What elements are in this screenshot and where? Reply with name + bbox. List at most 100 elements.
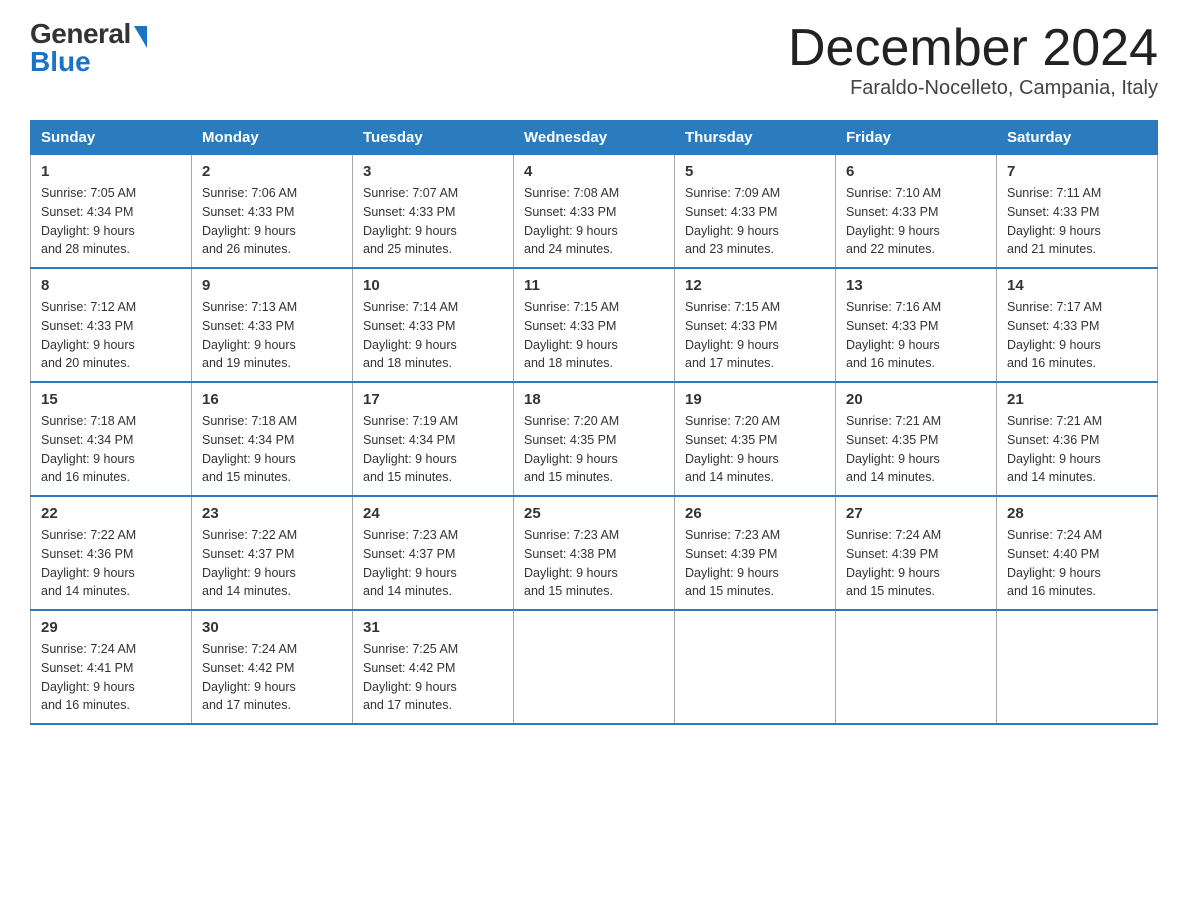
calendar-cell: 19 Sunrise: 7:20 AM Sunset: 4:35 PM Dayl… [675, 382, 836, 496]
day-info: Sunrise: 7:09 AM Sunset: 4:33 PM Dayligh… [685, 184, 825, 259]
day-info: Sunrise: 7:06 AM Sunset: 4:33 PM Dayligh… [202, 184, 342, 259]
day-info: Sunrise: 7:07 AM Sunset: 4:33 PM Dayligh… [363, 184, 503, 259]
day-number: 3 [363, 163, 503, 180]
calendar-cell: 15 Sunrise: 7:18 AM Sunset: 4:34 PM Dayl… [31, 382, 192, 496]
day-number: 15 [41, 391, 181, 408]
day-number: 23 [202, 505, 342, 522]
calendar-cell: 28 Sunrise: 7:24 AM Sunset: 4:40 PM Dayl… [997, 496, 1158, 610]
calendar-cell [514, 610, 675, 724]
calendar-table: SundayMondayTuesdayWednesdayThursdayFrid… [30, 120, 1158, 725]
calendar-cell: 3 Sunrise: 7:07 AM Sunset: 4:33 PM Dayli… [353, 155, 514, 269]
day-number: 22 [41, 505, 181, 522]
day-info: Sunrise: 7:21 AM Sunset: 4:35 PM Dayligh… [846, 412, 986, 487]
logo-blue-text: Blue [30, 48, 147, 76]
day-number: 14 [1007, 277, 1147, 294]
day-info: Sunrise: 7:22 AM Sunset: 4:37 PM Dayligh… [202, 526, 342, 601]
day-info: Sunrise: 7:24 AM Sunset: 4:41 PM Dayligh… [41, 640, 181, 715]
calendar-cell [997, 610, 1158, 724]
calendar-cell: 12 Sunrise: 7:15 AM Sunset: 4:33 PM Dayl… [675, 268, 836, 382]
calendar-cell [836, 610, 997, 724]
day-number: 1 [41, 163, 181, 180]
day-number: 21 [1007, 391, 1147, 408]
calendar-cell: 10 Sunrise: 7:14 AM Sunset: 4:33 PM Dayl… [353, 268, 514, 382]
calendar-week-3: 15 Sunrise: 7:18 AM Sunset: 4:34 PM Dayl… [31, 382, 1158, 496]
day-info: Sunrise: 7:19 AM Sunset: 4:34 PM Dayligh… [363, 412, 503, 487]
calendar-cell: 11 Sunrise: 7:15 AM Sunset: 4:33 PM Dayl… [514, 268, 675, 382]
day-info: Sunrise: 7:18 AM Sunset: 4:34 PM Dayligh… [202, 412, 342, 487]
calendar-week-2: 8 Sunrise: 7:12 AM Sunset: 4:33 PM Dayli… [31, 268, 1158, 382]
day-number: 8 [41, 277, 181, 294]
header-day-tuesday: Tuesday [353, 121, 514, 155]
calendar-cell: 17 Sunrise: 7:19 AM Sunset: 4:34 PM Dayl… [353, 382, 514, 496]
logo: General Blue [30, 20, 147, 76]
calendar-cell: 14 Sunrise: 7:17 AM Sunset: 4:33 PM Dayl… [997, 268, 1158, 382]
day-number: 4 [524, 163, 664, 180]
day-number: 28 [1007, 505, 1147, 522]
calendar-week-5: 29 Sunrise: 7:24 AM Sunset: 4:41 PM Dayl… [31, 610, 1158, 724]
day-info: Sunrise: 7:16 AM Sunset: 4:33 PM Dayligh… [846, 298, 986, 373]
day-number: 24 [363, 505, 503, 522]
day-number: 30 [202, 619, 342, 636]
calendar-cell: 7 Sunrise: 7:11 AM Sunset: 4:33 PM Dayli… [997, 155, 1158, 269]
calendar-cell: 18 Sunrise: 7:20 AM Sunset: 4:35 PM Dayl… [514, 382, 675, 496]
day-number: 18 [524, 391, 664, 408]
day-number: 27 [846, 505, 986, 522]
calendar-cell: 22 Sunrise: 7:22 AM Sunset: 4:36 PM Dayl… [31, 496, 192, 610]
calendar-cell: 30 Sunrise: 7:24 AM Sunset: 4:42 PM Dayl… [192, 610, 353, 724]
calendar-cell: 29 Sunrise: 7:24 AM Sunset: 4:41 PM Dayl… [31, 610, 192, 724]
calendar-cell: 2 Sunrise: 7:06 AM Sunset: 4:33 PM Dayli… [192, 155, 353, 269]
header-day-thursday: Thursday [675, 121, 836, 155]
day-number: 20 [846, 391, 986, 408]
calendar-cell: 26 Sunrise: 7:23 AM Sunset: 4:39 PM Dayl… [675, 496, 836, 610]
day-number: 19 [685, 391, 825, 408]
location-title: Faraldo-Nocelleto, Campania, Italy [788, 77, 1158, 100]
day-number: 7 [1007, 163, 1147, 180]
logo-general-text: General [30, 20, 131, 48]
day-info: Sunrise: 7:24 AM Sunset: 4:42 PM Dayligh… [202, 640, 342, 715]
header-day-monday: Monday [192, 121, 353, 155]
day-number: 17 [363, 391, 503, 408]
day-info: Sunrise: 7:18 AM Sunset: 4:34 PM Dayligh… [41, 412, 181, 487]
day-info: Sunrise: 7:24 AM Sunset: 4:39 PM Dayligh… [846, 526, 986, 601]
day-info: Sunrise: 7:05 AM Sunset: 4:34 PM Dayligh… [41, 184, 181, 259]
header-day-friday: Friday [836, 121, 997, 155]
day-info: Sunrise: 7:22 AM Sunset: 4:36 PM Dayligh… [41, 526, 181, 601]
day-number: 26 [685, 505, 825, 522]
calendar-cell: 25 Sunrise: 7:23 AM Sunset: 4:38 PM Dayl… [514, 496, 675, 610]
month-title: December 2024 [788, 20, 1158, 77]
calendar-cell [675, 610, 836, 724]
day-number: 29 [41, 619, 181, 636]
day-info: Sunrise: 7:11 AM Sunset: 4:33 PM Dayligh… [1007, 184, 1147, 259]
calendar-cell: 27 Sunrise: 7:24 AM Sunset: 4:39 PM Dayl… [836, 496, 997, 610]
calendar-cell: 20 Sunrise: 7:21 AM Sunset: 4:35 PM Dayl… [836, 382, 997, 496]
day-info: Sunrise: 7:23 AM Sunset: 4:37 PM Dayligh… [363, 526, 503, 601]
calendar-cell: 8 Sunrise: 7:12 AM Sunset: 4:33 PM Dayli… [31, 268, 192, 382]
day-info: Sunrise: 7:20 AM Sunset: 4:35 PM Dayligh… [685, 412, 825, 487]
calendar-cell: 21 Sunrise: 7:21 AM Sunset: 4:36 PM Dayl… [997, 382, 1158, 496]
calendar-week-1: 1 Sunrise: 7:05 AM Sunset: 4:34 PM Dayli… [31, 155, 1158, 269]
day-number: 10 [363, 277, 503, 294]
day-number: 5 [685, 163, 825, 180]
header-day-saturday: Saturday [997, 121, 1158, 155]
day-number: 13 [846, 277, 986, 294]
calendar-body: 1 Sunrise: 7:05 AM Sunset: 4:34 PM Dayli… [31, 155, 1158, 725]
day-info: Sunrise: 7:23 AM Sunset: 4:39 PM Dayligh… [685, 526, 825, 601]
day-info: Sunrise: 7:08 AM Sunset: 4:33 PM Dayligh… [524, 184, 664, 259]
day-info: Sunrise: 7:14 AM Sunset: 4:33 PM Dayligh… [363, 298, 503, 373]
calendar-cell: 16 Sunrise: 7:18 AM Sunset: 4:34 PM Dayl… [192, 382, 353, 496]
day-info: Sunrise: 7:17 AM Sunset: 4:33 PM Dayligh… [1007, 298, 1147, 373]
day-number: 31 [363, 619, 503, 636]
page-header: General Blue December 2024 Faraldo-Nocel… [30, 20, 1158, 100]
day-info: Sunrise: 7:12 AM Sunset: 4:33 PM Dayligh… [41, 298, 181, 373]
day-number: 12 [685, 277, 825, 294]
day-number: 6 [846, 163, 986, 180]
day-info: Sunrise: 7:21 AM Sunset: 4:36 PM Dayligh… [1007, 412, 1147, 487]
day-info: Sunrise: 7:15 AM Sunset: 4:33 PM Dayligh… [685, 298, 825, 373]
calendar-cell: 4 Sunrise: 7:08 AM Sunset: 4:33 PM Dayli… [514, 155, 675, 269]
calendar-cell: 9 Sunrise: 7:13 AM Sunset: 4:33 PM Dayli… [192, 268, 353, 382]
header-row: SundayMondayTuesdayWednesdayThursdayFrid… [31, 121, 1158, 155]
day-number: 16 [202, 391, 342, 408]
title-area: December 2024 Faraldo-Nocelleto, Campani… [788, 20, 1158, 100]
day-number: 25 [524, 505, 664, 522]
calendar-cell: 5 Sunrise: 7:09 AM Sunset: 4:33 PM Dayli… [675, 155, 836, 269]
